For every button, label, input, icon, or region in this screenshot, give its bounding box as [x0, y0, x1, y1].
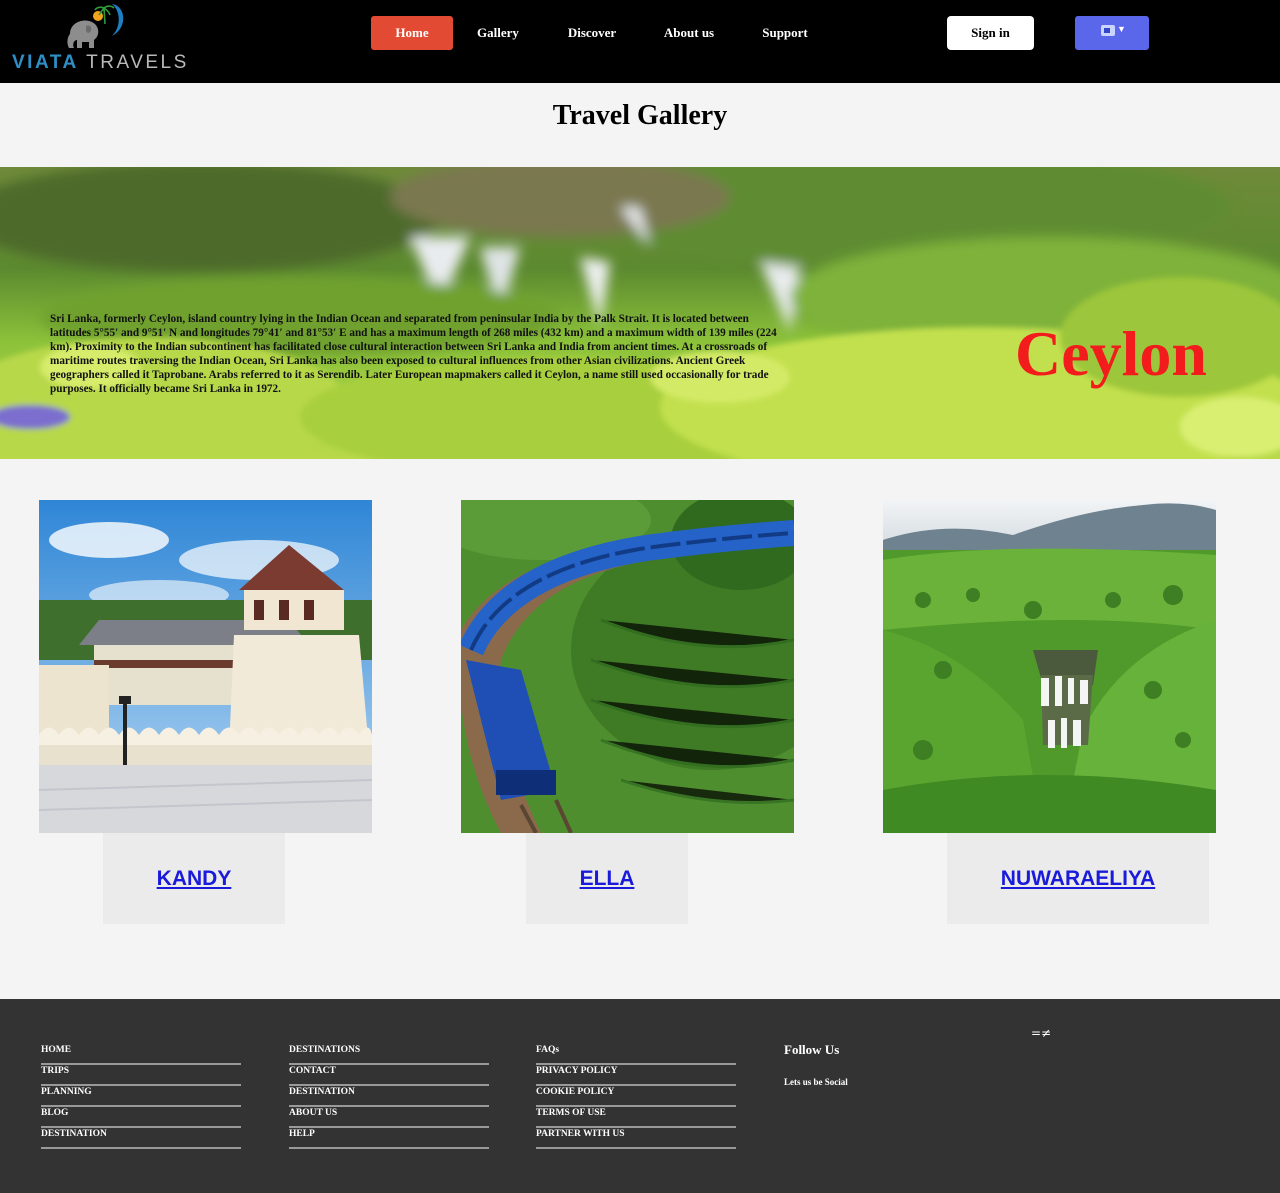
- follow-us-heading: Follow Us: [784, 1042, 840, 1057]
- viata-travels-logo[interactable]: VIATA TRAVELS: [10, 2, 186, 74]
- footer-column-1: HOME TRIPS PLANNING BLOG DESTINATION: [41, 1044, 241, 1149]
- footer-link-faqs[interactable]: FAQs: [536, 1044, 736, 1065]
- train-image: [461, 500, 794, 833]
- destination-link-ella[interactable]: ELLA: [526, 833, 688, 924]
- site-footer: HOME TRIPS PLANNING BLOG DESTINATION DES…: [0, 999, 1280, 1193]
- destination-link-kandy[interactable]: KANDY: [103, 833, 285, 924]
- elephant-logo-icon: [67, 4, 124, 48]
- temple-image: [39, 500, 372, 833]
- banner-description: Sri Lanka, formerly Ceylon, island count…: [50, 313, 777, 395]
- nav-home[interactable]: Home: [371, 16, 453, 50]
- footer-link-about-us[interactable]: ABOUT US: [289, 1107, 489, 1128]
- footer-link-help[interactable]: HELP: [289, 1128, 489, 1149]
- footer-link-destination[interactable]: DESTINATION: [41, 1128, 241, 1149]
- logo-word-viata: VIATA: [12, 52, 79, 73]
- logo-text: VIATA TRAVELS: [12, 52, 189, 74]
- footer-link-terms-of-use[interactable]: TERMS OF USE: [536, 1107, 736, 1128]
- ceylon-banner: Sri Lanka, formerly Ceylon, island count…: [0, 167, 1280, 459]
- page-title: Travel Gallery: [552, 100, 728, 131]
- nav-gallery[interactable]: Gallery: [468, 16, 528, 50]
- footer-link-partner-with-us[interactable]: PARTNER WITH US: [536, 1128, 736, 1149]
- footer-column-2: DESTINATIONS CONTACT DESTINATION ABOUT U…: [289, 1044, 489, 1149]
- translate-icon: [1101, 25, 1115, 36]
- logo-word-travels: TRAVELS: [86, 52, 189, 73]
- nav-discover[interactable]: Discover: [556, 16, 628, 50]
- footer-link-destinations[interactable]: DESTINATIONS: [289, 1044, 489, 1065]
- footer-link-trips[interactable]: TRIPS: [41, 1065, 241, 1086]
- footer-link-blog[interactable]: BLOG: [41, 1107, 241, 1128]
- nav-about-us[interactable]: About us: [654, 16, 724, 50]
- sign-in-button[interactable]: Sign in: [947, 16, 1034, 50]
- footer-link-cookie-policy[interactable]: COOKIE POLICY: [536, 1086, 736, 1107]
- top-navigation-bar: VIATA TRAVELS Home Gallery Discover Abou…: [0, 0, 1280, 83]
- destination-link-nuwaraeliya[interactable]: NUWARAELIYA: [947, 833, 1209, 924]
- footer-link-planning[interactable]: PLANNING: [41, 1086, 241, 1107]
- language-selector-button[interactable]: ▼: [1075, 16, 1149, 50]
- footer-link-privacy-policy[interactable]: PRIVACY POLICY: [536, 1065, 736, 1086]
- footer-link-contact[interactable]: CONTACT: [289, 1065, 489, 1086]
- footer-link-home[interactable]: HOME: [41, 1044, 241, 1065]
- kandy-image[interactable]: [39, 500, 372, 833]
- follow-us-subtitle: Lets us be Social: [784, 1077, 848, 1087]
- nav-support[interactable]: Support: [752, 16, 818, 50]
- caret-down-icon: ▼: [1117, 24, 1126, 34]
- footer-link-destination-2[interactable]: DESTINATION: [289, 1086, 489, 1107]
- waterfall-image: [883, 500, 1216, 833]
- footer-column-3: FAQs PRIVACY POLICY COOKIE POLICY TERMS …: [536, 1044, 736, 1149]
- social-icon[interactable]: =≠: [1031, 1026, 1051, 1040]
- nuwaraeliya-image[interactable]: [883, 500, 1216, 833]
- banner-heading: Ceylon: [1015, 318, 1207, 389]
- ella-image[interactable]: [461, 500, 794, 833]
